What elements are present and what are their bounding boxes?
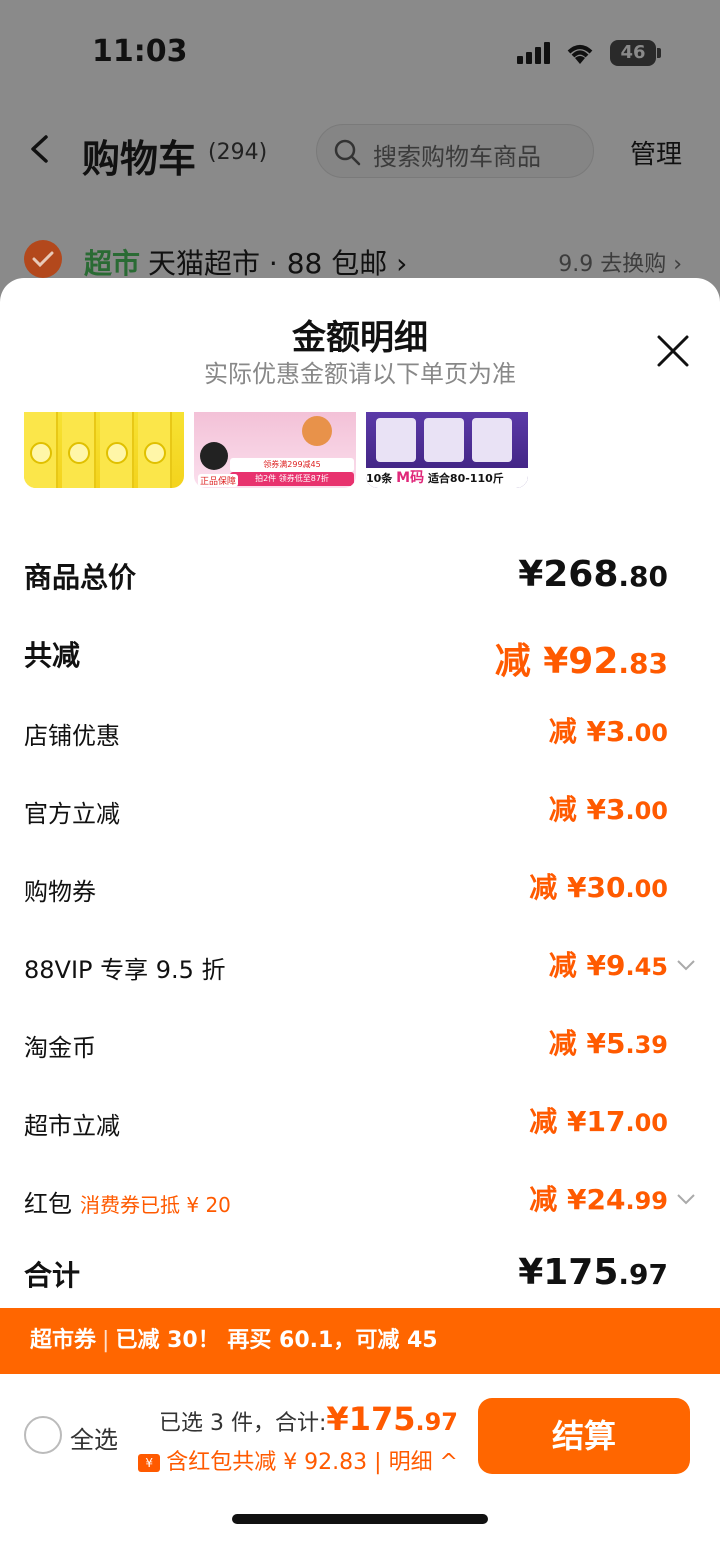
product-thumb-lemon-drink[interactable]: [24, 412, 184, 488]
thumb-badge: 正品保障: [198, 474, 239, 487]
store-checkbox[interactable]: [24, 240, 62, 278]
cellular-signal-icon: [517, 42, 553, 64]
row-value: ¥268.80: [518, 554, 668, 595]
exchange-link[interactable]: 9.9 去换购 ›: [558, 246, 682, 278]
sheet-title: 金额明细: [292, 318, 428, 358]
row-label: 共减: [24, 639, 81, 672]
chevron-down-icon[interactable]: [676, 958, 696, 972]
select-all-checkbox[interactable]: [24, 1416, 62, 1454]
row-store-discount: 店铺优惠 减 ¥3.00: [24, 710, 696, 760]
store-name-link[interactable]: 天猫超市 · 88 包邮 ›: [148, 242, 407, 282]
sheet-subtitle: 实际优惠金额请以下单页为准: [204, 360, 516, 388]
row-value: ¥175.97: [518, 1252, 668, 1293]
product-thumb-toothbrush[interactable]: 领券满299减45 拍2件 领券低至87折 正品保障: [194, 412, 356, 488]
supermarket-coupon-bar[interactable]: 超市券 | 已减 30！ 再买 60.1，可减 45: [0, 1308, 720, 1374]
thumb-footer: 10条 M码 适合80-110斤: [366, 468, 528, 488]
amount-detail-sheet: 金额明细 实际优惠金额请以下单页为准 领券满299减45 拍2件 领券低至87折…: [0, 278, 720, 1560]
checkout-button[interactable]: 结算: [478, 1398, 690, 1474]
top-nav: 购物车 (294) 搜索购物车商品 管理: [0, 110, 720, 190]
back-icon[interactable]: [26, 134, 52, 164]
row-grand-total: 合计 ¥175.97: [24, 1252, 696, 1302]
cart-count: (294): [208, 140, 268, 165]
row-supermarket-discount: 超市立减 减 ¥17.00: [24, 1100, 696, 1150]
row-value: 减 ¥3.00: [548, 715, 668, 748]
row-label: 官方立减: [24, 800, 120, 828]
row-shopping-coupon: 购物券 减 ¥30.00: [24, 866, 696, 916]
check-icon: [32, 251, 54, 268]
selected-summary: 已选 3 件，合计:¥175.97: [159, 1400, 458, 1438]
thumb-fit: 适合80-110斤: [427, 472, 504, 485]
row-value: 减 ¥30.00: [529, 871, 668, 904]
promo-label: 超市券: [30, 1328, 97, 1353]
row-total-discount: 共减 减 ¥92.83: [24, 632, 696, 682]
row-total-price: 商品总价 ¥268.80: [24, 554, 696, 604]
battery-tip: [657, 48, 661, 58]
wifi-icon: [567, 45, 593, 64]
row-value: 减 ¥9.45: [548, 949, 668, 982]
search-icon: [334, 139, 361, 166]
row-label: 超市立减: [24, 1112, 120, 1140]
search-input[interactable]: 搜索购物车商品: [316, 124, 594, 178]
checkout-total: ¥175.97: [326, 1400, 458, 1438]
thumb-banner-2: 拍2件 领券低至87折: [230, 472, 354, 486]
manage-button[interactable]: 管理: [630, 134, 682, 171]
row-value: 减 ¥17.00: [529, 1105, 668, 1138]
row-note: 消费券已抵 ¥ 20: [80, 1193, 231, 1217]
row-value: 减 ¥3.00: [548, 793, 668, 826]
row-label: 淘金币: [24, 1034, 96, 1062]
row-taojinbi: 淘金币 减 ¥5.39: [24, 1022, 696, 1072]
checkout-bar: 全选 已选 3 件，合计:¥175.97 ¥ 含红包共减 ¥ 92.83 | 明细…: [0, 1374, 720, 1560]
row-label: 合计: [24, 1259, 81, 1292]
row-value: 减 ¥92.83: [494, 641, 668, 682]
discount-detail-link[interactable]: ¥ 含红包共减 ¥ 92.83 | 明细 ^: [138, 1444, 458, 1476]
row-value: 减 ¥5.39: [548, 1027, 668, 1060]
product-thumb-diapers[interactable]: 10条 M码 适合80-110斤: [366, 412, 528, 488]
row-value: 减 ¥24.99: [529, 1183, 668, 1216]
row-label: 店铺优惠: [24, 722, 120, 750]
chevron-down-icon[interactable]: [676, 1192, 696, 1206]
store-tag: 超市: [84, 247, 141, 280]
search-placeholder: 搜索购物车商品: [373, 143, 541, 171]
row-88vip-discount[interactable]: 88VIP 专享 9.5 折 减 ¥9.45: [24, 944, 696, 994]
mascot-image: [302, 416, 332, 446]
status-bar: 11:03 46: [0, 0, 720, 100]
thumb-banner-1: 领券满299减45: [230, 458, 354, 472]
row-label: 红包 消费券已抵 ¥ 20: [24, 1190, 231, 1218]
close-icon[interactable]: [656, 334, 690, 368]
battery-icon: 46: [610, 40, 656, 66]
row-label: 购物券: [24, 878, 96, 906]
red-packet-icon: ¥: [138, 1454, 161, 1472]
select-all-label[interactable]: 全选: [70, 1420, 118, 1455]
home-indicator: [232, 1514, 488, 1524]
cart-page-background: 11:03 46 购物车 (294) 搜索购物车商品 管理 超市 天猫超市 · …: [0, 0, 720, 300]
thumb-size: M码: [396, 470, 425, 486]
row-label: 88VIP 专享 9.5 折: [24, 956, 226, 984]
row-label: 商品总价: [24, 561, 137, 594]
row-official-discount: 官方立减 减 ¥3.00: [24, 788, 696, 838]
promo-text-2: 再买 60.1，可减 45: [227, 1328, 438, 1353]
status-time: 11:03: [92, 34, 188, 69]
row-red-packet[interactable]: 红包 消费券已抵 ¥ 20 减 ¥24.99: [24, 1178, 696, 1228]
page-title: 购物车: [82, 137, 197, 181]
promo-text-1: 已减 30！: [115, 1328, 220, 1353]
thumb-count: 10条: [366, 472, 393, 485]
tmall-cat-logo: [200, 442, 228, 470]
